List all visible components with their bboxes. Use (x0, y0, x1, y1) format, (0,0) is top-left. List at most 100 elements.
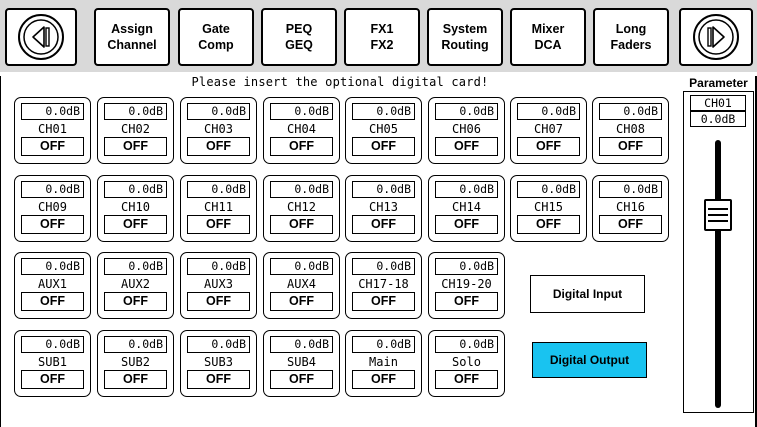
off-toggle-button[interactable]: OFF (352, 215, 415, 234)
level-display[interactable]: 0.0dB (352, 103, 415, 120)
off-toggle-button[interactable]: OFF (517, 215, 580, 234)
level-display[interactable]: 0.0dB (187, 181, 250, 198)
level-display[interactable]: 0.0dB (104, 103, 167, 120)
level-display[interactable]: 0.0dB (599, 103, 662, 120)
channel-name: Main (369, 355, 398, 369)
channel-strip: 0.0dB CH19-20 OFF (428, 252, 505, 319)
level-display[interactable]: 0.0dB (21, 258, 84, 275)
level-display[interactable]: 0.0dB (104, 336, 167, 353)
channel-name: Solo (452, 355, 481, 369)
off-toggle-button[interactable]: OFF (21, 370, 84, 389)
off-toggle-button[interactable]: OFF (187, 292, 250, 311)
channel-strip: 0.0dB CH12 OFF (263, 175, 340, 242)
off-toggle-button[interactable]: OFF (270, 370, 333, 389)
level-display[interactable]: 0.0dB (435, 336, 498, 353)
level-display[interactable]: 0.0dB (435, 103, 498, 120)
off-toggle-button[interactable]: OFF (187, 137, 250, 156)
fader-track[interactable] (715, 140, 721, 408)
tab-mixer-dca[interactable]: Mixer DCA (510, 8, 586, 66)
off-toggle-button[interactable]: OFF (270, 137, 333, 156)
level-display[interactable]: 0.0dB (104, 181, 167, 198)
channel-strip: 0.0dB AUX2 OFF (97, 252, 174, 319)
off-toggle-button[interactable]: OFF (352, 137, 415, 156)
parameter-fader-box: CH01 0.0dB (683, 91, 754, 413)
level-display[interactable]: 0.0dB (352, 181, 415, 198)
off-toggle-button[interactable]: OFF (517, 137, 580, 156)
level-display[interactable]: 0.0dB (352, 336, 415, 353)
level-display[interactable]: 0.0dB (270, 181, 333, 198)
level-display[interactable]: 0.0dB (187, 103, 250, 120)
channel-name: CH02 (121, 122, 150, 136)
rewind-circle-icon (18, 14, 64, 60)
channel-strip: 0.0dB CH06 OFF (428, 97, 505, 164)
channel-name: CH06 (452, 122, 481, 136)
tab-label-line1: Mixer (531, 22, 565, 36)
channel-name: CH17-18 (358, 277, 409, 291)
tab-label-line2: Routing (441, 38, 489, 52)
level-display[interactable]: 0.0dB (517, 103, 580, 120)
next-page-button[interactable] (679, 8, 753, 66)
tab-long-faders[interactable]: Long Faders (593, 8, 669, 66)
off-toggle-button[interactable]: OFF (435, 370, 498, 389)
digital-input-button[interactable]: Digital Input (530, 275, 645, 313)
off-toggle-button[interactable]: OFF (435, 292, 498, 311)
off-toggle-button[interactable]: OFF (187, 215, 250, 234)
tab-peq-geq[interactable]: PEQ GEQ (261, 8, 337, 66)
level-display[interactable]: 0.0dB (270, 258, 333, 275)
off-toggle-button[interactable]: OFF (352, 370, 415, 389)
level-display[interactable]: 0.0dB (435, 181, 498, 198)
tab-system-routing[interactable]: System Routing (427, 8, 503, 66)
off-toggle-button[interactable]: OFF (599, 137, 662, 156)
off-toggle-button[interactable]: OFF (270, 215, 333, 234)
level-display[interactable]: 0.0dB (21, 181, 84, 198)
level-display[interactable]: 0.0dB (352, 258, 415, 275)
level-display[interactable]: 0.0dB (435, 258, 498, 275)
channel-name: SUB3 (204, 355, 233, 369)
channel-strip: 0.0dB SUB4 OFF (263, 330, 340, 397)
off-toggle-button[interactable]: OFF (104, 370, 167, 389)
channel-name: CH15 (534, 200, 563, 214)
channel-strip: 0.0dB SUB1 OFF (14, 330, 91, 397)
channel-name: CH19-20 (441, 277, 492, 291)
off-toggle-button[interactable]: OFF (104, 215, 167, 234)
tab-label-line1: FX1 (370, 22, 394, 36)
off-toggle-button[interactable]: OFF (352, 292, 415, 311)
channel-name: AUX3 (204, 277, 233, 291)
digital-output-button[interactable]: Digital Output (532, 342, 647, 378)
level-display[interactable]: 0.0dB (517, 181, 580, 198)
off-toggle-button[interactable]: OFF (435, 215, 498, 234)
off-toggle-button[interactable]: OFF (21, 292, 84, 311)
off-toggle-button[interactable]: OFF (435, 137, 498, 156)
level-display[interactable]: 0.0dB (21, 103, 84, 120)
tab-fx1-fx2[interactable]: FX1 FX2 (344, 8, 420, 66)
level-display[interactable]: 0.0dB (187, 258, 250, 275)
off-toggle-button[interactable]: OFF (104, 292, 167, 311)
level-display[interactable]: 0.0dB (270, 336, 333, 353)
off-toggle-button[interactable]: OFF (21, 137, 84, 156)
off-toggle-button[interactable]: OFF (599, 215, 662, 234)
channel-strip: 0.0dB CH11 OFF (180, 175, 257, 242)
level-display[interactable]: 0.0dB (21, 336, 84, 353)
level-display[interactable]: 0.0dB (270, 103, 333, 120)
channel-strip: 0.0dB CH02 OFF (97, 97, 174, 164)
channel-strip: 0.0dB AUX1 OFF (14, 252, 91, 319)
tab-gate-comp[interactable]: Gate Comp (178, 8, 254, 66)
fader-knob[interactable] (704, 199, 732, 231)
level-display[interactable]: 0.0dB (104, 258, 167, 275)
channel-strip: 0.0dB SUB3 OFF (180, 330, 257, 397)
off-toggle-button[interactable]: OFF (270, 292, 333, 311)
channel-name: AUX4 (287, 277, 316, 291)
tab-label-line2: Faders (610, 38, 652, 52)
parameter-value[interactable]: 0.0dB (690, 111, 746, 127)
channel-name: CH10 (121, 200, 150, 214)
top-toolbar: Assign Channel Gate Comp PEQ GEQ FX1 FX2… (0, 0, 757, 72)
previous-page-button[interactable] (5, 8, 77, 66)
off-toggle-button[interactable]: OFF (187, 370, 250, 389)
channel-strip: 0.0dB CH09 OFF (14, 175, 91, 242)
off-toggle-button[interactable]: OFF (21, 215, 84, 234)
tab-assign-channel[interactable]: Assign Channel (94, 8, 170, 66)
off-toggle-button[interactable]: OFF (104, 137, 167, 156)
channel-strip: 0.0dB AUX4 OFF (263, 252, 340, 319)
level-display[interactable]: 0.0dB (187, 336, 250, 353)
level-display[interactable]: 0.0dB (599, 181, 662, 198)
